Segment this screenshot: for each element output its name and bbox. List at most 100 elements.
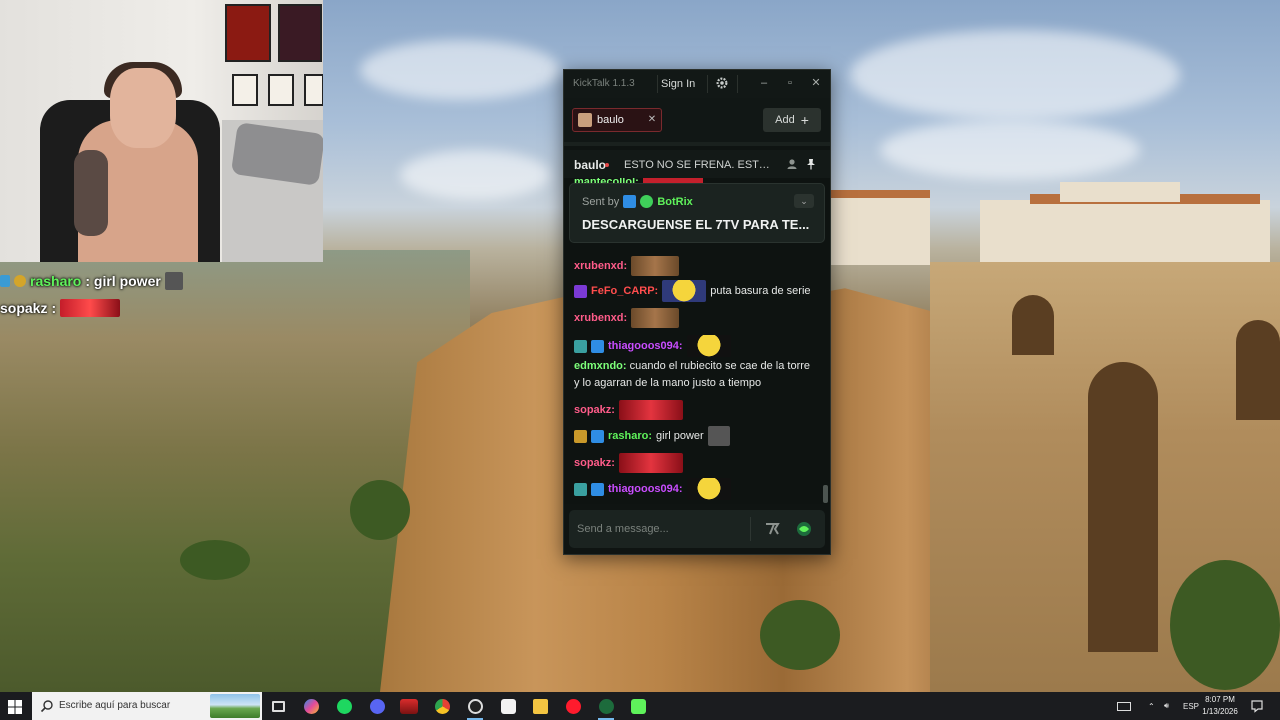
- close-tab-icon[interactable]: ✕: [645, 112, 659, 128]
- chat-message: xrubenxd:: [574, 308, 680, 328]
- emote-icon: [631, 308, 680, 328]
- tab-label: baulo: [597, 114, 624, 126]
- gear-icon[interactable]: [715, 76, 729, 90]
- channel-tabs: baulo ✕ Add +: [564, 98, 830, 142]
- chat-username[interactable]: FeFo_CARP:: [591, 283, 658, 300]
- clock[interactable]: 8:07 PM 1/13/2026: [1196, 694, 1244, 718]
- tab-baulo[interactable]: baulo ✕: [572, 108, 662, 132]
- opera-gx-icon[interactable]: [562, 695, 584, 717]
- windows-start-icon[interactable]: [6, 698, 24, 716]
- kick-emote-icon[interactable]: [795, 520, 813, 538]
- verified-icon: [640, 195, 654, 208]
- kick-icon[interactable]: [627, 695, 649, 717]
- overlay-chat-line: sopakz :: [0, 297, 121, 319]
- chat-text: girl power: [656, 429, 704, 442]
- app-icon[interactable]: [497, 695, 519, 717]
- chat-scrollbar[interactable]: [823, 485, 828, 503]
- maximize-icon[interactable]: ▫: [782, 75, 798, 91]
- message-input[interactable]: [577, 520, 747, 538]
- keyboard-icon[interactable]: [1117, 692, 1131, 720]
- message-composer: [569, 510, 825, 548]
- notification-icon[interactable]: [1250, 699, 1264, 713]
- chat-messages: mantecollol: xrubenxd: FeFo_CARP: puta b…: [564, 178, 830, 504]
- chat-username[interactable]: xrubenxd:: [574, 310, 627, 327]
- obs-icon[interactable]: [464, 695, 486, 720]
- emote-icon: [686, 335, 731, 357]
- emote-icon: [631, 256, 680, 276]
- minimize-icon[interactable]: –: [756, 75, 772, 91]
- kicktalk-window: KickTalk 1.1.3 Sign In – ▫ ✕ baulo ✕ Add…: [563, 69, 831, 555]
- emote-icon: [60, 299, 121, 317]
- search-placeholder: Escribe aquí para buscar: [59, 700, 171, 711]
- pinned-message[interactable]: Sent by BotRix ⌄ DESCARGUENSE EL 7TV PAR…: [569, 183, 825, 243]
- badge-icon: [574, 339, 587, 353]
- chevron-down-icon[interactable]: ⌄: [794, 194, 814, 208]
- chat-username[interactable]: rasharo:: [608, 428, 652, 445]
- 7tv-emote-icon[interactable]: [765, 521, 781, 537]
- pinned-bot-name[interactable]: BotRix: [657, 196, 692, 208]
- add-channel-button[interactable]: Add +: [763, 108, 821, 132]
- badge-icon: [591, 482, 604, 496]
- chat-message: sopakz:: [574, 400, 683, 420]
- search-highlight-image: [210, 694, 260, 718]
- overlay-message: :: [51, 300, 57, 316]
- app-window-icon[interactable]: [398, 695, 420, 717]
- search-icon: [40, 700, 53, 713]
- chat-username[interactable]: sopakz:: [574, 455, 615, 472]
- sign-in-button[interactable]: Sign In: [661, 76, 695, 92]
- kicktalk-taskbar-icon[interactable]: [595, 695, 617, 720]
- pin-icon[interactable]: [805, 158, 817, 170]
- sent-by-label: Sent by: [582, 195, 620, 208]
- stream-title: ESTO NO SE FRENA. ESTO...: [624, 159, 774, 171]
- overlay-username: rasharo: [30, 273, 82, 289]
- badge-icon: [574, 284, 587, 298]
- chat-username[interactable]: sopakz:: [574, 402, 615, 419]
- chat-message: rasharo: girl power: [574, 426, 730, 446]
- clock-time: 8:07 PM: [1205, 695, 1235, 704]
- emote-icon: [662, 280, 707, 302]
- discord-icon[interactable]: [366, 695, 388, 717]
- webcam-overlay: [0, 0, 323, 262]
- emote-icon: [686, 478, 731, 500]
- chat-username[interactable]: xrubenxd:: [574, 258, 627, 275]
- badge-icon: [591, 429, 604, 443]
- taskbar-search[interactable]: Escribe aquí para buscar: [32, 692, 262, 720]
- emote-icon: [618, 453, 683, 473]
- stream-chat-overlay: rasharo : girl power sopakz :: [0, 270, 323, 320]
- chat-message: edmxndo: cuando el rubiecito se cae de l…: [574, 358, 814, 392]
- chat-username[interactable]: thiagooos094:: [608, 338, 683, 355]
- channel-header: baulo ESTO NO SE FRENA. ESTO...: [564, 150, 830, 178]
- chat-message: FeFo_CARP: puta basura de serie: [574, 280, 811, 302]
- chat-message: xrubenxd:: [574, 256, 680, 276]
- avatar: [578, 113, 592, 127]
- user-icon[interactable]: [786, 158, 798, 170]
- chat-message: sopakz:: [574, 453, 683, 473]
- chat-username[interactable]: thiagooos094:: [608, 481, 683, 498]
- bot-badge-icon: [623, 195, 637, 208]
- emote-icon: [618, 400, 683, 420]
- badge-icon: [14, 275, 26, 287]
- live-indicator-icon: [605, 163, 609, 167]
- chevron-up-icon[interactable]: ⌃: [1148, 692, 1155, 720]
- badge-icon: [574, 429, 587, 443]
- spotify-icon[interactable]: [333, 695, 355, 717]
- copilot-icon[interactable]: [300, 695, 322, 717]
- chat-message: thiagooos094:: [574, 478, 731, 500]
- emote-icon: [707, 426, 730, 446]
- chrome-icon[interactable]: [431, 695, 453, 717]
- add-label: Add: [775, 114, 795, 126]
- overlay-message: : girl power: [85, 273, 161, 289]
- pinned-text: DESCARGUENSE EL 7TV PARA TE...: [582, 217, 810, 232]
- task-view-icon[interactable]: [267, 695, 289, 717]
- title-bar[interactable]: KickTalk 1.1.3 Sign In – ▫ ✕: [564, 70, 830, 98]
- close-icon[interactable]: ✕: [808, 75, 824, 91]
- badge-icon: [574, 482, 587, 496]
- chat-username[interactable]: edmxndo:: [574, 360, 627, 372]
- app-title: KickTalk 1.1.3: [573, 78, 635, 89]
- chat-text: puta basura de serie: [710, 284, 811, 297]
- taskbar: Escribe aquí para buscar ⌃ 🔊︎ ESP 8:07 P…: [0, 692, 1280, 720]
- file-explorer-icon[interactable]: [529, 695, 551, 717]
- overlay-username: sopakz: [0, 300, 48, 316]
- volume-icon[interactable]: 🔊︎: [1164, 692, 1169, 720]
- pinned-sender: Sent by BotRix: [582, 195, 693, 208]
